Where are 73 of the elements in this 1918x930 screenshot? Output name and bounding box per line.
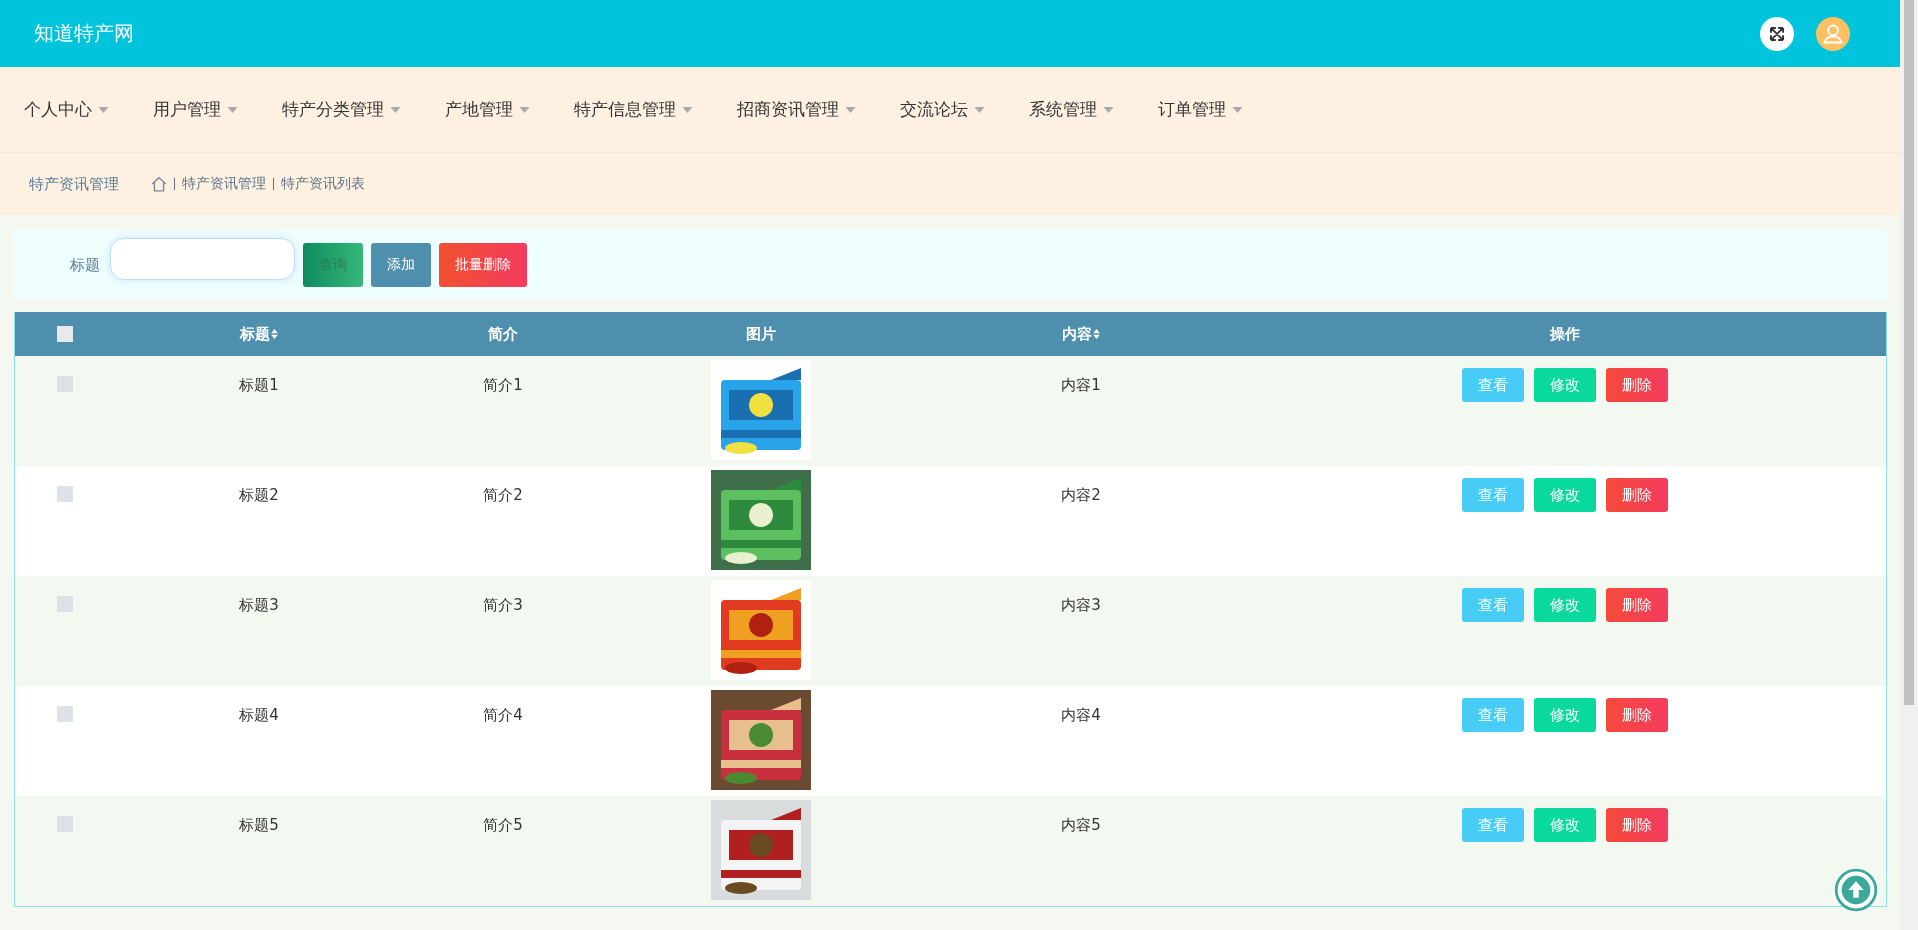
table-cell: 内容1 [1061, 376, 1101, 395]
delete-button[interactable]: 删除 [1605, 698, 1668, 732]
fullscreen-icon[interactable] [1760, 16, 1794, 51]
delete-button[interactable]: 删除 [1605, 478, 1668, 512]
table-cell: 内容2 [1061, 486, 1101, 505]
delete-button[interactable]: 删除 [1605, 588, 1668, 622]
table-cell: 标题3 [239, 596, 279, 615]
column-header: 图片 [746, 324, 776, 344]
table-cell: 标题1 [239, 376, 279, 395]
view-button[interactable]: 查看 [1461, 478, 1524, 512]
sort-icon[interactable] [1093, 329, 1100, 339]
avatar-icon[interactable] [1816, 16, 1850, 51]
caret-icon [845, 106, 856, 113]
view-button[interactable]: 查看 [1461, 698, 1524, 732]
scrollbar[interactable] [1900, 0, 1918, 930]
sort-icon[interactable] [271, 329, 278, 339]
nav-menu-item[interactable]: 特产分类管理 [270, 98, 413, 121]
breadcrumb-separator [273, 178, 274, 190]
delete-button[interactable]: 批量删除 [439, 243, 527, 287]
breadcrumb-link[interactable]: 特产资讯管理 [182, 175, 266, 193]
page-title: 特产资讯管理 [29, 174, 119, 194]
nav-menu-item[interactable]: 产地管理 [433, 98, 542, 121]
view-button[interactable]: 查看 [1461, 368, 1524, 402]
table-cell: 简介3 [483, 596, 523, 615]
caret-icon [519, 106, 530, 113]
title-input-field[interactable] [110, 238, 295, 280]
back-to-top-icon[interactable] [1834, 868, 1878, 912]
column-header: 操作 [1549, 324, 1580, 344]
table-cell: 标题5 [239, 816, 279, 835]
breadcrumb-link[interactable]: 特产资讯列表 [281, 175, 365, 193]
column-header[interactable]: 内容 [1062, 324, 1092, 344]
delete-button[interactable]: 删除 [1605, 368, 1668, 402]
caret-icon [390, 106, 401, 113]
search-label: 标题 [70, 255, 100, 275]
home-icon[interactable] [151, 176, 167, 192]
caret-icon [227, 106, 238, 113]
nav-menu-item[interactable]: 用户管理 [141, 98, 250, 121]
nav-menu-item[interactable]: 招商资讯管理 [725, 98, 868, 121]
table-cell: 简介1 [483, 376, 523, 395]
breadcrumb-separator [174, 178, 175, 190]
column-header: 简介 [488, 324, 518, 344]
table-cell: 简介2 [483, 486, 523, 505]
select-all-checkbox[interactable] [57, 326, 73, 342]
column-header[interactable]: 标题 [240, 324, 270, 344]
edit-button[interactable]: 修改 [1533, 478, 1596, 512]
edit-button[interactable]: 修改 [1533, 808, 1596, 842]
caret-icon [1103, 106, 1114, 113]
nav-menu-item[interactable]: 特产信息管理 [562, 98, 705, 121]
row-checkbox[interactable] [57, 486, 73, 502]
site-title: 知道特产网 [34, 20, 134, 47]
caret-icon [98, 106, 109, 113]
edit-button[interactable]: 修改 [1533, 368, 1596, 402]
table-cell: 简介5 [483, 816, 523, 835]
add-button[interactable]: 添加 [371, 243, 431, 287]
table-cell: 简介4 [483, 706, 523, 725]
nav-menu-item[interactable]: 系统管理 [1017, 98, 1126, 121]
caret-icon [1232, 106, 1243, 113]
edit-button[interactable]: 修改 [1533, 698, 1596, 732]
view-button[interactable]: 查看 [1461, 808, 1524, 842]
table-cell: 内容4 [1061, 706, 1101, 725]
nav-menu-item[interactable]: 交流论坛 [888, 98, 997, 121]
edit-button[interactable]: 修改 [1533, 588, 1596, 622]
table-cell: 内容3 [1061, 596, 1101, 615]
nav-menu-item[interactable]: 订单管理 [1146, 98, 1255, 121]
view-button[interactable]: 查看 [1461, 588, 1524, 622]
nav-menu-item[interactable]: 个人中心 [12, 98, 121, 121]
table-cell: 标题2 [239, 486, 279, 505]
table-cell: 标题4 [239, 706, 279, 725]
row-checkbox[interactable] [57, 706, 73, 722]
caret-icon [974, 106, 985, 113]
table-cell: 内容5 [1061, 816, 1101, 835]
caret-icon [682, 106, 693, 113]
delete-button[interactable]: 删除 [1605, 808, 1668, 842]
